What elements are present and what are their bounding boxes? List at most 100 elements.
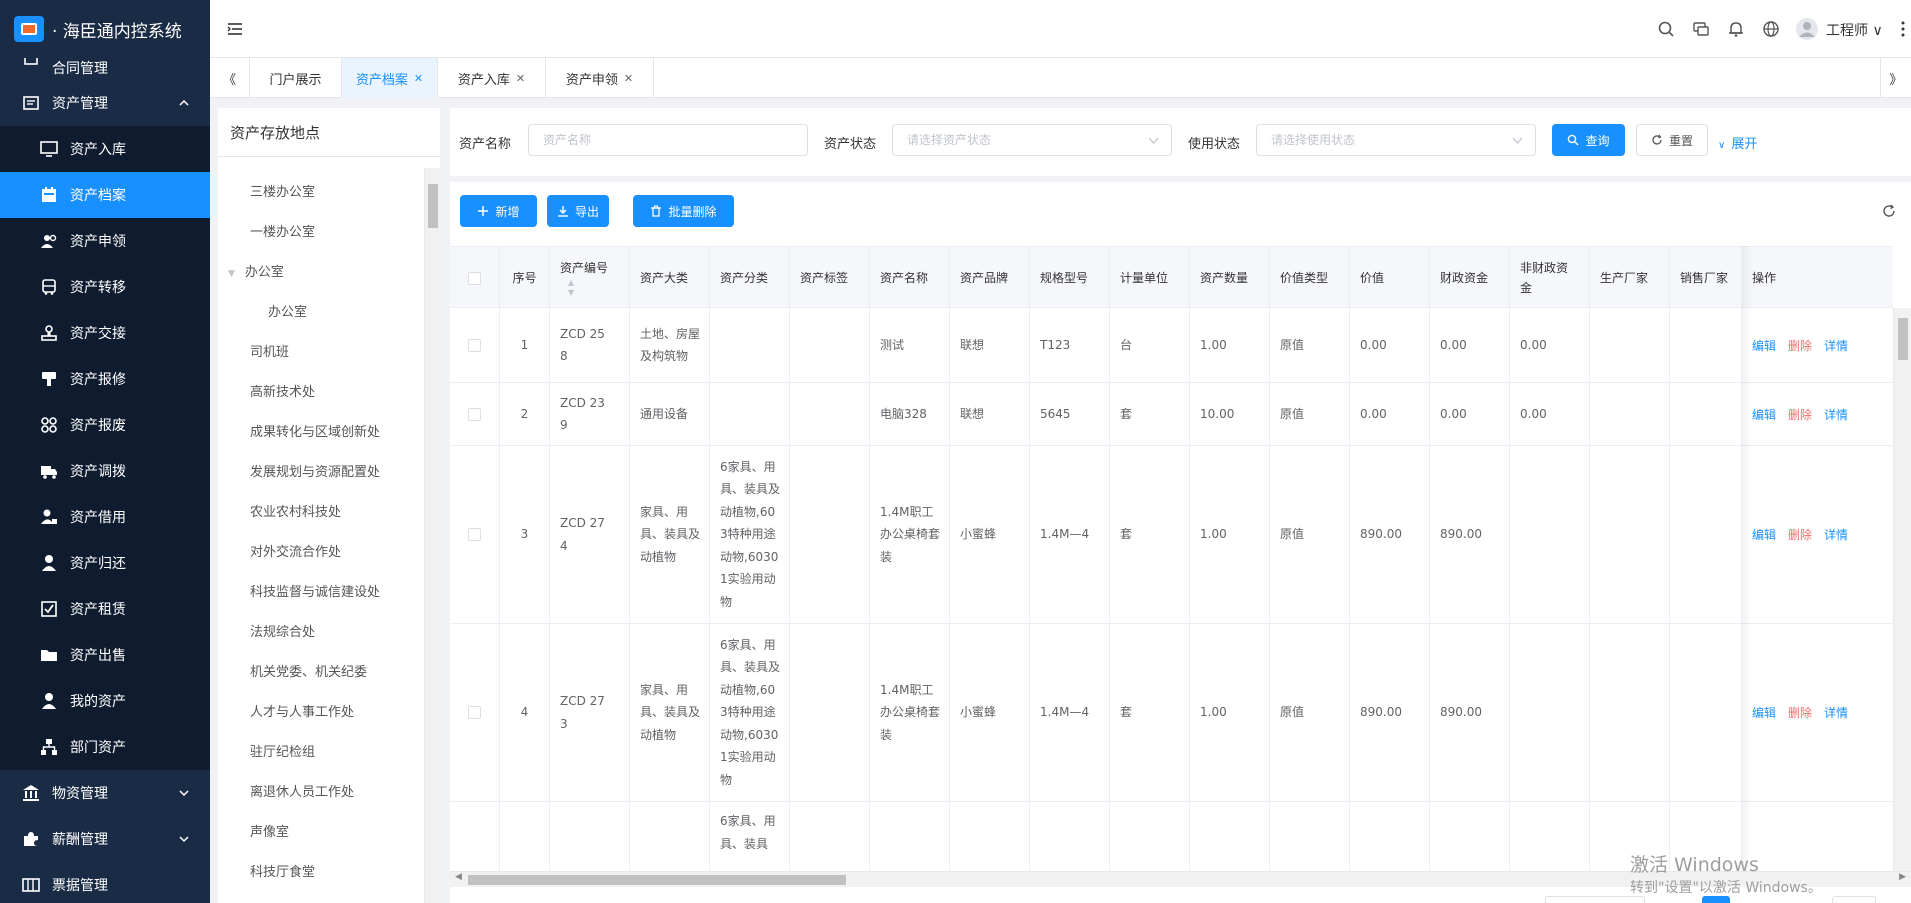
sidebar-item-tickets[interactable]: 票据管理 bbox=[0, 862, 210, 903]
tree-node-child[interactable]: 办公室 bbox=[268, 301, 307, 320]
close-icon[interactable]: ✕ bbox=[414, 72, 423, 85]
tree-node[interactable]: 司机班 bbox=[250, 341, 289, 360]
sidebar-item-asset-lease[interactable]: 资产租赁 bbox=[0, 586, 210, 632]
avatar[interactable] bbox=[1795, 17, 1819, 41]
globe-icon[interactable] bbox=[1762, 20, 1780, 38]
sidebar-item-asset-transfer[interactable]: 资产转移 bbox=[0, 264, 210, 310]
batch-delete-button[interactable]: 批量删除 bbox=[633, 195, 734, 227]
user-name[interactable]: 工程师 ∨ bbox=[1826, 20, 1883, 40]
asset-name-input[interactable]: 资产名称 bbox=[528, 124, 808, 156]
row-checkbox-cell bbox=[450, 446, 500, 623]
tree-node[interactable]: 发展规划与资源配置处 bbox=[250, 461, 380, 480]
export-button[interactable]: 导出 bbox=[547, 195, 609, 227]
tree-node[interactable]: 机关党委、机关纪委 bbox=[250, 661, 367, 680]
cell-brand: 联想 bbox=[950, 383, 1030, 445]
add-button[interactable]: 新增 bbox=[460, 195, 537, 227]
tree-node[interactable]: 高新技术处 bbox=[250, 381, 315, 400]
tab-asset-archive[interactable]: 资产档案 ✕ bbox=[342, 58, 438, 98]
delete-link[interactable]: 删除 bbox=[1788, 406, 1812, 423]
caret-down-icon[interactable]: ▼ bbox=[228, 269, 235, 279]
tabs-scroll-right-button[interactable]: 》 bbox=[1880, 58, 1911, 98]
sidebar-item-dept-assets[interactable]: 部门资产 bbox=[0, 724, 210, 770]
sort-icon[interactable]: ▲ ▼ bbox=[568, 278, 574, 298]
tree-scrollbar[interactable] bbox=[424, 168, 440, 903]
sidebar-item-asset-return[interactable]: 资产归还 bbox=[0, 540, 210, 586]
expand-link[interactable]: ∨ 展开 bbox=[1718, 133, 1757, 152]
tree-node[interactable]: 成果转化与区域创新处 bbox=[250, 421, 380, 440]
sidebar-item-asset-handover[interactable]: 资产交接 bbox=[0, 310, 210, 356]
tree-node[interactable]: 科技监督与诚信建设处 bbox=[250, 581, 380, 600]
cell-seq: 3 bbox=[500, 446, 550, 623]
tab-portal[interactable]: 门户展示 bbox=[250, 58, 342, 98]
table-vertical-scrollbar-thumb[interactable] bbox=[1898, 318, 1908, 360]
close-icon[interactable]: ✕ bbox=[624, 72, 633, 85]
tree-node[interactable]: 人才与人事工作处 bbox=[250, 701, 354, 720]
sidebar-item-asset-scrap[interactable]: 资产报废 bbox=[0, 402, 210, 448]
edit-link[interactable]: 编辑 bbox=[1752, 406, 1776, 423]
message-icon[interactable] bbox=[1692, 20, 1710, 38]
usage-status-select[interactable]: 请选择使用状态 bbox=[1256, 124, 1536, 156]
page-size-select[interactable] bbox=[1545, 896, 1645, 903]
tree-node[interactable]: 三楼办公室 bbox=[250, 181, 315, 200]
query-button[interactable]: 查询 bbox=[1552, 124, 1625, 156]
detail-link[interactable]: 详情 bbox=[1824, 704, 1848, 721]
select-all-checkbox[interactable] bbox=[468, 271, 481, 285]
edit-link[interactable]: 编辑 bbox=[1752, 337, 1776, 354]
sidebar-item-asset-archive[interactable]: 资产档案 bbox=[0, 172, 210, 218]
edit-link[interactable]: 编辑 bbox=[1752, 704, 1776, 721]
sidebar-item-asset-repair[interactable]: 资产报修 bbox=[0, 356, 210, 402]
edit-link[interactable]: 编辑 bbox=[1752, 526, 1776, 543]
tab-asset-inbound[interactable]: 资产入库 ✕ bbox=[438, 58, 546, 98]
column-header-sortable[interactable]: 资产编号 ▲ ▼ bbox=[550, 247, 630, 309]
search-icon[interactable] bbox=[1657, 20, 1675, 38]
sidebar-item-materials[interactable]: 物资管理 bbox=[0, 770, 210, 816]
detail-link[interactable]: 详情 bbox=[1824, 526, 1848, 543]
refresh-icon[interactable] bbox=[1881, 203, 1897, 219]
row-checkbox[interactable] bbox=[468, 528, 481, 541]
sidebar-item-salary[interactable]: 薪酬管理 bbox=[0, 816, 210, 862]
menu-toggle-icon[interactable] bbox=[226, 20, 244, 38]
cell-value-type: 原值 bbox=[1270, 446, 1350, 623]
sidebar-item-asset-apply[interactable]: 资产申领 bbox=[0, 218, 210, 264]
sidebar-item-asset-management[interactable]: 资产管理 bbox=[0, 80, 210, 126]
tree-scrollbar-thumb[interactable] bbox=[428, 184, 438, 228]
page-button-current[interactable] bbox=[1702, 896, 1730, 903]
delete-link[interactable]: 删除 bbox=[1788, 704, 1812, 721]
row-checkbox[interactable] bbox=[468, 706, 481, 719]
detail-link[interactable]: 详情 bbox=[1824, 337, 1848, 354]
reset-button[interactable]: 重置 bbox=[1636, 124, 1708, 156]
sidebar-item-asset-sale[interactable]: 资产出售 bbox=[0, 632, 210, 678]
sidebar-item-asset-allocate[interactable]: 资产调拨 bbox=[0, 448, 210, 494]
table-horizontal-scrollbar-thumb[interactable] bbox=[468, 875, 846, 885]
tree-node[interactable]: 对外交流合作处 bbox=[250, 541, 341, 560]
watermark-subtitle: 转到"设置"以激活 Windows。 bbox=[1630, 880, 1822, 896]
sidebar-item-asset-borrow[interactable]: 资产借用 bbox=[0, 494, 210, 540]
tree-node[interactable]: 离退休人员工作处 bbox=[250, 781, 354, 800]
tree-node[interactable]: 科技厅食堂 bbox=[250, 861, 315, 880]
delete-link[interactable]: 删除 bbox=[1788, 337, 1812, 354]
tab-asset-apply[interactable]: 资产申领 ✕ bbox=[546, 58, 654, 98]
more-vertical-icon[interactable] bbox=[1894, 20, 1911, 38]
delete-link[interactable]: 删除 bbox=[1788, 526, 1812, 543]
cell-seq: 1 bbox=[500, 308, 550, 382]
tree-node[interactable]: 声像室 bbox=[250, 821, 289, 840]
table-vertical-scrollbar[interactable] bbox=[1893, 308, 1911, 871]
scroll-right-arrow-icon[interactable]: ▶ bbox=[1899, 872, 1906, 882]
tree-node[interactable]: 农业农村科技处 bbox=[250, 501, 341, 520]
sidebar-item-asset-inbound[interactable]: 资产入库 bbox=[0, 126, 210, 172]
tree-node[interactable]: 法规综合处 bbox=[250, 621, 315, 640]
asset-status-select[interactable]: 请选择资产状态 bbox=[892, 124, 1172, 156]
row-checkbox[interactable] bbox=[468, 338, 481, 352]
sidebar-item-contract[interactable]: 合同管理 bbox=[0, 58, 210, 80]
tabs-scroll-left-button[interactable]: 《 bbox=[210, 58, 250, 98]
page-jump-input[interactable] bbox=[1832, 896, 1876, 903]
sidebar-item-my-assets[interactable]: 我的资产 bbox=[0, 678, 210, 724]
close-icon[interactable]: ✕ bbox=[516, 72, 525, 85]
detail-link[interactable]: 详情 bbox=[1824, 406, 1848, 423]
tree-node[interactable]: 驻厅纪检组 bbox=[250, 741, 315, 760]
row-checkbox[interactable] bbox=[468, 407, 481, 421]
tree-node[interactable]: 一楼办公室 bbox=[250, 221, 315, 240]
bell-icon[interactable] bbox=[1727, 20, 1745, 38]
scroll-left-arrow-icon[interactable]: ◀ bbox=[455, 872, 462, 882]
tree-node-expanded[interactable]: ▼ 办公室 bbox=[228, 261, 284, 280]
